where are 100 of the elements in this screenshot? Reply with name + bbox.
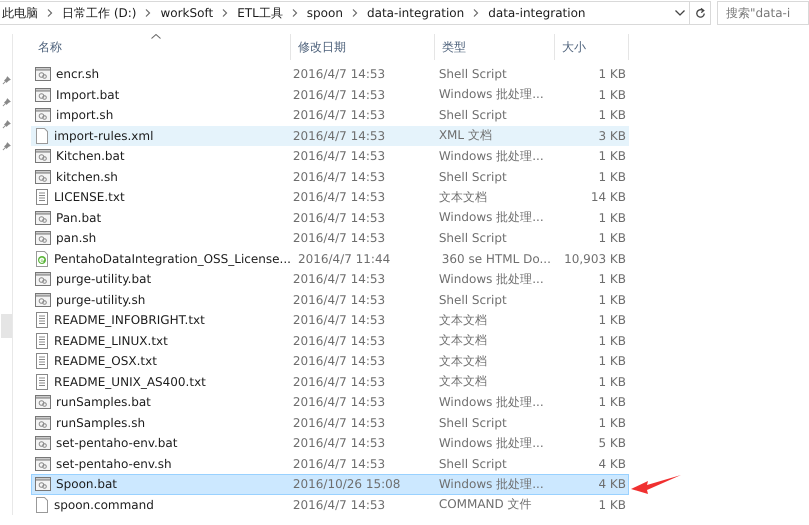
file-row[interactable]: purge-utility.sh 2016/4/7 14:53 Shell Script 1 KB: [31, 290, 629, 310]
blank-file-icon: [35, 496, 49, 513]
file-row[interactable]: encr.sh 2016/4/7 14:53 Shell Script 1 KB: [31, 64, 629, 84]
address-bar[interactable]: 此电脑 日常工作 (D:) workSoft ETL工具 spoon data-integration data-integration: [0, 1, 690, 25]
file-size: 10,903 KB: [564, 252, 626, 266]
pin-icon[interactable]: [2, 98, 10, 107]
file-type: Shell Script: [438, 416, 507, 430]
file-name: pan.sh: [56, 231, 96, 246]
column-header[interactable]: 类型: [435, 34, 555, 60]
file-row[interactable]: pan.sh 2016/4/7 14:53 Shell Script 1 KB: [31, 228, 629, 248]
search-field[interactable]: 搜索"data-i: [717, 1, 809, 25]
script-file-icon: [35, 149, 51, 164]
column-header[interactable]: 大小: [555, 34, 629, 60]
pin-icon[interactable]: [2, 76, 10, 85]
script-file-icon: [35, 395, 51, 410]
file-row[interactable]: import.sh 2016/4/7 14:53 Shell Script 1 KB: [31, 105, 629, 126]
file-type: Windows 批处理...: [438, 270, 544, 288]
html-file-icon: [35, 250, 49, 267]
file-row[interactable]: README_UNIX_AS400.txt 2016/4/7 14:53 文本文档 1 KB: [31, 372, 629, 392]
file-name: README_OSX.txt: [54, 354, 157, 368]
modified-date: 2016/4/7 11:44: [298, 252, 390, 266]
file-row[interactable]: PentahoDataIntegration_OSS_License... 2016/4/7 11:44 360 se HTML Do... 10,903 KB: [31, 248, 629, 269]
file-row[interactable]: README_INFOBRIGHT.txt 2016/4/7 14:53 文本文档 1 KB: [31, 310, 629, 330]
modified-date: 2016/4/7 14:53: [292, 456, 386, 471]
file-size: 1 KB: [598, 374, 626, 389]
file-size: 4 KB: [598, 456, 626, 471]
file-row[interactable]: runSamples.bat 2016/4/7 14:53 Windows 批处理... 1 KB: [31, 392, 629, 412]
modified-date: 2016/4/7 14:53: [292, 108, 386, 122]
file-row[interactable]: README_OSX.txt 2016/4/7 14:53 文本文档 1 KB: [31, 351, 629, 372]
file-name: spoon.command: [54, 498, 154, 512]
file-name: README_INFOBRIGHT.txt: [54, 313, 205, 328]
script-file-icon: [35, 170, 51, 184]
pin-icon[interactable]: [2, 142, 10, 151]
chevron-icon: [473, 9, 480, 17]
file-row[interactable]: Spoon.bat 2016/10/26 15:08 Windows 批处理... 4 KB: [31, 474, 629, 494]
column-header[interactable]: 修改日期: [291, 34, 435, 60]
file-size: 1 KB: [598, 395, 626, 410]
modified-date: 2016/4/7 14:53: [292, 128, 386, 143]
modified-date: 2016/4/7 14:53: [292, 416, 386, 430]
modified-date: 2016/10/26 15:08: [292, 477, 400, 492]
modified-date: 2016/4/7 14:53: [292, 88, 386, 102]
file-row[interactable]: Import.bat 2016/4/7 14:53 Windows 批处理... 1 KB: [31, 84, 629, 105]
file-row[interactable]: Pan.bat 2016/4/7 14:53 Windows 批处理... 1 KB: [31, 208, 629, 228]
file-type: 文本文档: [438, 373, 487, 390]
file-name: set-pentaho-env.sh: [56, 456, 172, 471]
breadcrumb[interactable]: data-integration: [366, 6, 464, 20]
modified-date: 2016/4/7 14:53: [292, 436, 386, 450]
modified-date: 2016/4/7 14:53: [292, 67, 386, 82]
file-row[interactable]: runSamples.sh 2016/4/7 14:53 Shell Script 1 KB: [31, 412, 629, 433]
file-type: 360 se HTML Do...: [442, 252, 551, 266]
breadcrumb[interactable]: 此电脑: [2, 4, 38, 22]
file-type: Shell Script: [438, 170, 507, 184]
file-name: README_UNIX_AS400.txt: [54, 374, 206, 389]
file-row[interactable]: purge-utility.bat 2016/4/7 14:53 Windows 批处理... 1 KB: [31, 269, 629, 290]
file-row[interactable]: LICENSE.txt 2016/4/7 14:53 文本文档 14 KB: [31, 187, 629, 208]
modified-date: 2016/4/7 14:53: [292, 272, 386, 286]
file-type: Windows 批处理...: [438, 394, 544, 411]
text-file-icon: [35, 374, 49, 390]
file-name: encr.sh: [56, 67, 100, 82]
file-name: kitchen.sh: [56, 170, 118, 184]
file-size: 1 KB: [598, 334, 626, 348]
refresh-button[interactable]: [689, 1, 711, 25]
breadcrumb[interactable]: ETL工具: [237, 4, 283, 22]
pin-icon[interactable]: [2, 120, 10, 129]
file-name: PentahoDataIntegration_OSS_License...: [54, 252, 291, 266]
file-row[interactable]: set-pentaho-env.bat 2016/4/7 14:53 Windows 批处理... 5 KB: [31, 433, 629, 454]
script-file-icon: [35, 292, 51, 307]
text-file-icon: [35, 312, 49, 328]
file-name: Pan.bat: [56, 210, 102, 225]
file-name: purge-utility.bat: [56, 272, 152, 286]
file-name: LICENSE.txt: [54, 190, 125, 204]
file-row[interactable]: set-pentaho-env.sh 2016/4/7 14:53 Shell Script 4 KB: [31, 454, 629, 474]
dropdown-icon[interactable]: [675, 10, 685, 16]
breadcrumb[interactable]: spoon: [306, 6, 343, 20]
file-size: 4 KB: [598, 477, 626, 492]
chevron-icon: [292, 9, 298, 17]
file-row[interactable]: spoon.command 2016/4/7 14:53 COMMAND 文件 1 KB: [31, 494, 629, 515]
column-header[interactable]: 名称: [31, 34, 291, 60]
file-type: Shell Script: [438, 231, 507, 246]
breadcrumb[interactable]: 日常工作 (D:): [62, 4, 136, 22]
file-size: 1 KB: [598, 108, 626, 122]
file-type: Windows 批处理...: [438, 148, 544, 165]
file-row[interactable]: kitchen.sh 2016/4/7 14:53 Shell Script 1 KB: [31, 166, 629, 187]
breadcrumb[interactable]: data-integration: [488, 6, 586, 20]
file-row[interactable]: README_LINUX.txt 2016/4/7 14:53 文本文档 1 KB: [31, 330, 629, 351]
file-row[interactable]: import-rules.xml 2016/4/7 14:53 XML 文档 3 KB: [31, 126, 629, 146]
script-file-icon: [35, 210, 51, 225]
file-row[interactable]: Kitchen.bat 2016/4/7 14:53 Windows 批处理... 1 KB: [31, 146, 629, 166]
annotation-arrow: [631, 475, 681, 495]
file-size: 14 KB: [590, 190, 626, 204]
file-size: 1 KB: [598, 231, 626, 246]
blank-file-icon: [35, 128, 49, 144]
breadcrumb[interactable]: workSoft: [160, 6, 214, 20]
script-file-icon: [35, 436, 51, 450]
file-name: runSamples.sh: [56, 416, 146, 430]
file-type: 文本文档: [438, 352, 487, 370]
refresh-icon: [694, 6, 706, 20]
script-file-icon: [35, 477, 51, 492]
file-name: Kitchen.bat: [56, 149, 125, 164]
script-file-icon: [35, 67, 51, 82]
